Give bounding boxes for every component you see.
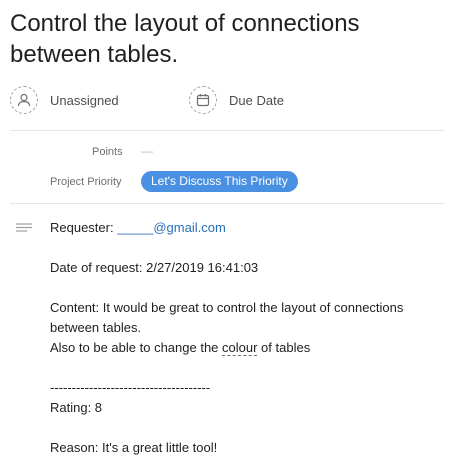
- requester-email-link[interactable]: _____@gmail.com: [117, 220, 226, 235]
- content-text: of tables: [257, 340, 311, 355]
- content-text: Also to be able to change the: [50, 340, 223, 355]
- task-meta-row: Unassigned Due Date: [0, 84, 462, 116]
- divider: [10, 203, 445, 204]
- content-line-2: Also to be able to change the colour of …: [50, 338, 450, 358]
- project-priority-label: Project Priority: [50, 176, 122, 188]
- points-value[interactable]: —: [141, 144, 153, 158]
- task-title[interactable]: Control the layout of connections betwee…: [10, 8, 450, 70]
- spellcheck-word: colour: [222, 340, 258, 356]
- requester-label: Requester:: [50, 220, 118, 235]
- requester-line: Requester: _____@gmail.com: [50, 218, 450, 238]
- divider: [10, 130, 445, 131]
- task-description[interactable]: Requester: _____@gmail.com Date of reque…: [50, 218, 450, 458]
- user-icon: [10, 86, 38, 114]
- due-date-label: Due Date: [229, 92, 284, 108]
- rating-line: Rating: 8: [50, 400, 103, 415]
- due-date-button[interactable]: Due Date: [189, 84, 284, 116]
- assignee-button[interactable]: Unassigned: [10, 84, 119, 116]
- description-icon: [16, 222, 32, 240]
- points-label: Points: [92, 146, 123, 158]
- date-line: Date of request: 2/27/2019 16:41:03: [50, 260, 259, 275]
- calendar-icon: [189, 86, 217, 114]
- priority-badge[interactable]: Let's Discuss This Priority: [141, 171, 298, 192]
- separator-line: -------------------------------------: [50, 380, 211, 395]
- reason-line: Reason: It's a great little tool!: [50, 440, 218, 455]
- assignee-label: Unassigned: [50, 92, 119, 108]
- content-line: Content: It would be great to control th…: [50, 300, 404, 335]
